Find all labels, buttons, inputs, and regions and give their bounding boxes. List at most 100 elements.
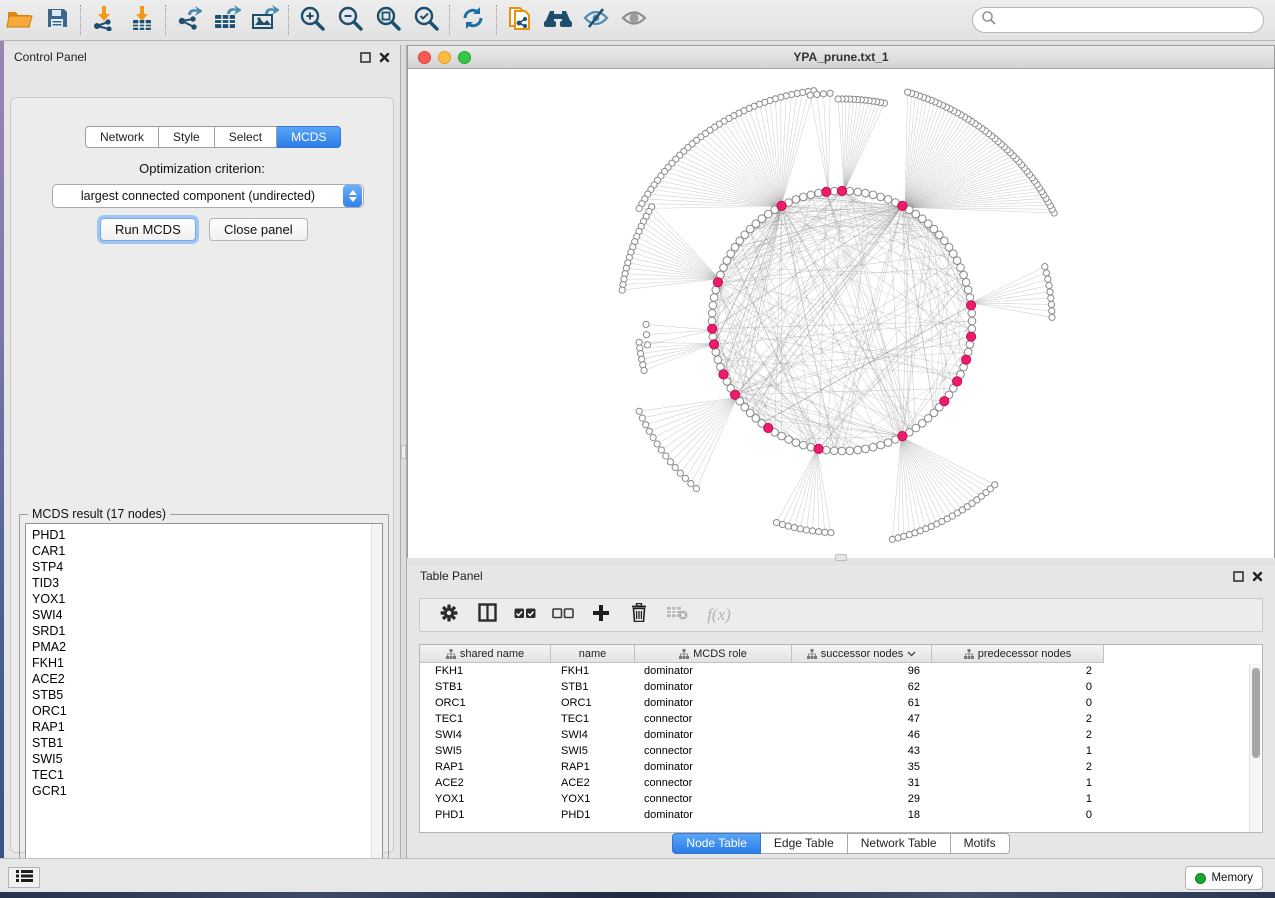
table-row[interactable]: ACE2ACE2connector311 (420, 775, 1262, 791)
cell[interactable]: 2 (932, 759, 1104, 775)
horizontal-splitter[interactable] (407, 558, 1275, 565)
table-scrollbar[interactable] (1249, 664, 1261, 832)
float-panel-icon[interactable] (360, 50, 371, 68)
scrollbar-thumb[interactable] (1252, 668, 1260, 758)
cell[interactable]: FKH1 (420, 663, 551, 679)
export-image-button[interactable] (246, 3, 284, 37)
close-panel-button[interactable]: Close panel (209, 218, 308, 241)
hide-gravity-button[interactable] (577, 3, 615, 37)
mcds-hub-node[interactable] (713, 278, 722, 287)
cell[interactable]: PHD1 (420, 807, 551, 823)
tab-mcds[interactable]: MCDS (277, 126, 341, 148)
cell[interactable]: ACE2 (551, 775, 635, 791)
memory-button[interactable]: Memory (1185, 866, 1263, 890)
cell[interactable]: SWI5 (551, 743, 635, 759)
cell[interactable]: dominator (635, 807, 792, 823)
mcds-result-item[interactable]: YOX1 (26, 591, 382, 607)
cell[interactable]: 2 (932, 711, 1104, 727)
cell[interactable]: 0 (932, 695, 1104, 711)
mcds-hub-node[interactable] (822, 187, 831, 196)
splitter-grip[interactable] (835, 554, 847, 561)
cell[interactable]: 61 (792, 695, 932, 711)
cell[interactable]: 62 (792, 679, 932, 695)
open-session-button[interactable] (0, 3, 38, 37)
import-table-button[interactable] (123, 3, 161, 37)
table-settings-button[interactable] (430, 600, 468, 630)
cell[interactable]: 1 (932, 791, 1104, 807)
cell[interactable]: RAP1 (551, 759, 635, 775)
task-history-button[interactable] (8, 867, 40, 888)
close-panel-icon[interactable] (1252, 569, 1263, 587)
tab-network[interactable]: Network (85, 126, 159, 148)
mcds-result-item[interactable]: SWI4 (26, 607, 382, 623)
cell[interactable]: PHD1 (551, 807, 635, 823)
cell[interactable]: connector (635, 743, 792, 759)
cell[interactable]: SWI4 (420, 727, 551, 743)
mcds-result-item[interactable]: FKH1 (26, 655, 382, 671)
mcds-result-item[interactable]: CAR1 (26, 543, 382, 559)
table-row[interactable]: SWI4SWI4dominator462 (420, 727, 1262, 743)
mcds-hub-node[interactable] (764, 423, 773, 432)
splitter-grip[interactable] (401, 445, 406, 459)
export-table-button[interactable] (208, 3, 246, 37)
cell[interactable]: connector (635, 775, 792, 791)
zoom-selected-button[interactable] (407, 3, 445, 37)
mcds-hub-node[interactable] (730, 390, 739, 399)
search-input[interactable] (997, 10, 1263, 30)
mcds-result-item[interactable]: STB5 (26, 687, 382, 703)
tab-motifs[interactable]: Motifs (951, 833, 1010, 854)
cell[interactable]: ACE2 (420, 775, 551, 791)
mcds-hub-node[interactable] (962, 355, 971, 364)
delete-row-button[interactable] (620, 600, 658, 630)
tab-network-table[interactable]: Network Table (848, 833, 951, 854)
vertical-splitter[interactable] (400, 45, 407, 858)
table-row[interactable]: YOX1YOX1connector291 (420, 791, 1262, 807)
mcds-hub-node[interactable] (940, 397, 949, 406)
tab-style[interactable]: Style (159, 126, 215, 148)
cell[interactable]: 0 (932, 679, 1104, 695)
mcds-result-item[interactable]: ACE2 (26, 671, 382, 687)
mcds-result-list[interactable]: PHD1CAR1STP4TID3YOX1SWI4SRD1PMA2FKH1ACE2… (25, 523, 383, 879)
zoom-in-button[interactable] (293, 3, 331, 37)
mcds-result-item[interactable]: ORC1 (26, 703, 382, 719)
mcds-hub-node[interactable] (837, 186, 846, 195)
cell[interactable]: 47 (792, 711, 932, 727)
mcds-result-item[interactable]: PMA2 (26, 639, 382, 655)
tab-select[interactable]: Select (215, 126, 277, 148)
cell[interactable]: dominator (635, 727, 792, 743)
network-canvas[interactable] (408, 69, 1274, 559)
mcds-result-item[interactable]: SRD1 (26, 623, 382, 639)
cell[interactable]: 96 (792, 663, 932, 679)
cell[interactable]: TEC1 (420, 711, 551, 727)
show-eye-button[interactable] (615, 3, 653, 37)
search-network-button[interactable] (539, 3, 577, 37)
cell[interactable]: 1 (932, 743, 1104, 759)
cell[interactable]: 2 (932, 663, 1104, 679)
mcds-hub-node[interactable] (898, 201, 907, 210)
mcds-list-scrollbar[interactable] (371, 524, 382, 878)
mcds-hub-node[interactable] (777, 201, 786, 210)
cell[interactable]: 31 (792, 775, 932, 791)
table-row[interactable]: PHD1PHD1dominator180 (420, 807, 1262, 823)
cell[interactable]: dominator (635, 663, 792, 679)
cell[interactable]: dominator (635, 679, 792, 695)
save-session-button[interactable] (38, 3, 76, 37)
export-network-button[interactable] (170, 3, 208, 37)
mcds-hub-node[interactable] (967, 332, 976, 341)
cell[interactable]: 43 (792, 743, 932, 759)
table-row[interactable]: STB1STB1dominator620 (420, 679, 1262, 695)
tab-node-table[interactable]: Node Table (672, 833, 761, 854)
cell[interactable]: 18 (792, 807, 932, 823)
mcds-hub-node[interactable] (953, 377, 962, 386)
cell[interactable]: ORC1 (420, 695, 551, 711)
refresh-view-button[interactable] (454, 3, 492, 37)
cell[interactable]: YOX1 (551, 791, 635, 807)
float-panel-icon[interactable] (1233, 569, 1244, 587)
mcds-result-item[interactable]: STP4 (26, 559, 382, 575)
mcds-hub-node[interactable] (719, 370, 728, 379)
cell[interactable]: 29 (792, 791, 932, 807)
cell[interactable]: TEC1 (551, 711, 635, 727)
table-row[interactable]: ORC1ORC1dominator610 (420, 695, 1262, 711)
mcds-result-item[interactable]: TID3 (26, 575, 382, 591)
network-window-titlebar[interactable]: YPA_prune.txt_1 (408, 46, 1274, 69)
